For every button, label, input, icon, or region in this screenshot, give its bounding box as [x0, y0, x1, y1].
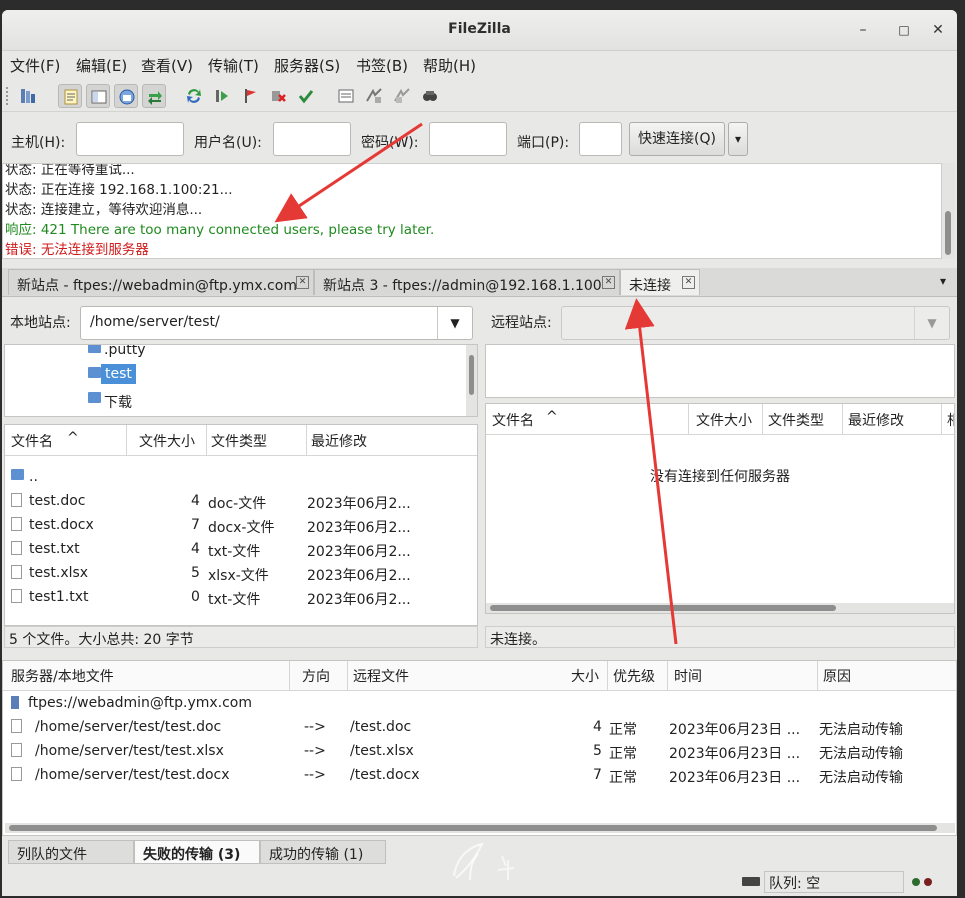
annotation-arrow-tab — [624, 298, 678, 645]
annotation-arrows — [274, 122, 678, 645]
annotation-arrow-log — [274, 122, 423, 223]
